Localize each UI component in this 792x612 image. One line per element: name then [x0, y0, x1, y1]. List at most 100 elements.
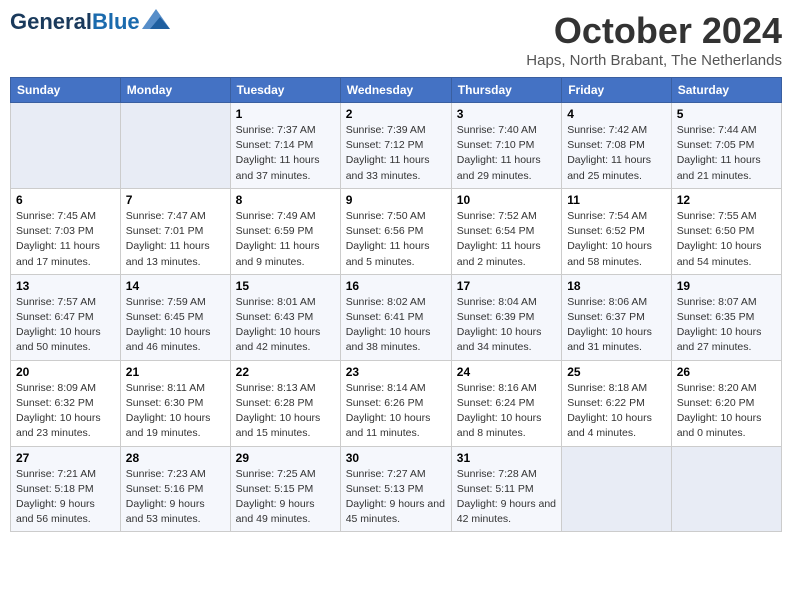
calendar-cell: 7 Sunrise: 7:47 AM Sunset: 7:01 PM Daylig… [120, 188, 230, 274]
calendar-cell: 9 Sunrise: 7:50 AM Sunset: 6:56 PM Daylig… [340, 188, 451, 274]
day-detail: Sunrise: 8:06 AM Sunset: 6:37 PM Dayligh… [567, 295, 666, 356]
day-number: 14 [126, 279, 225, 293]
day-number: 18 [567, 279, 666, 293]
column-header-saturday: Saturday [671, 78, 781, 103]
calendar-cell: 15 Sunrise: 8:01 AM Sunset: 6:43 PM Dayli… [230, 274, 340, 360]
day-number: 7 [126, 193, 225, 207]
day-number: 4 [567, 107, 666, 121]
day-detail: Sunrise: 8:11 AM Sunset: 6:30 PM Dayligh… [126, 381, 225, 442]
calendar-cell: 31Sunrise: 7:28 AM Sunset: 5:11 PM Dayli… [451, 446, 561, 532]
day-number: 13 [16, 279, 115, 293]
day-detail: Sunrise: 8:01 AM Sunset: 6:43 PM Dayligh… [236, 295, 335, 356]
calendar-cell: 21 Sunrise: 8:11 AM Sunset: 6:30 PM Dayli… [120, 360, 230, 446]
page-header: GeneralBlue October 2024 Haps, North Bra… [10, 10, 782, 69]
day-number: 30 [346, 451, 446, 465]
day-number: 20 [16, 365, 115, 379]
day-number: 6 [16, 193, 115, 207]
calendar-cell: 8Sunrise: 7:49 AM Sunset: 6:59 PM Daylig… [230, 188, 340, 274]
day-number: 23 [346, 365, 446, 379]
calendar-cell: 25 Sunrise: 8:18 AM Sunset: 6:22 PM Dayli… [562, 360, 672, 446]
calendar-cell: 24 Sunrise: 8:16 AM Sunset: 6:24 PM Dayli… [451, 360, 561, 446]
calendar-cell: 23 Sunrise: 8:14 AM Sunset: 6:26 PM Dayli… [340, 360, 451, 446]
day-number: 10 [457, 193, 556, 207]
day-detail: Sunrise: 7:42 AM Sunset: 7:08 PM Dayligh… [567, 123, 666, 184]
day-number: 17 [457, 279, 556, 293]
calendar-table: SundayMondayTuesdayWednesdayThursdayFrid… [10, 77, 782, 532]
day-detail: Sunrise: 8:18 AM Sunset: 6:22 PM Dayligh… [567, 381, 666, 442]
day-detail: Sunrise: 8:13 AM Sunset: 6:28 PM Dayligh… [236, 381, 335, 442]
day-detail: Sunrise: 7:45 AM Sunset: 7:03 PM Dayligh… [16, 209, 115, 270]
calendar-cell [671, 446, 781, 532]
calendar-cell: 12Sunrise: 7:55 AM Sunset: 6:50 PM Dayli… [671, 188, 781, 274]
calendar-cell: 22 Sunrise: 8:13 AM Sunset: 6:28 PM Dayli… [230, 360, 340, 446]
calendar-cell: 10Sunrise: 7:52 AM Sunset: 6:54 PM Dayli… [451, 188, 561, 274]
calendar-cell: 28 Sunrise: 7:23 AM Sunset: 5:16 PM Dayli… [120, 446, 230, 532]
calendar-cell [11, 103, 121, 189]
day-number: 22 [236, 365, 335, 379]
day-detail: Sunrise: 7:27 AM Sunset: 5:13 PM Dayligh… [346, 467, 446, 528]
calendar-cell: 18 Sunrise: 8:06 AM Sunset: 6:37 PM Dayli… [562, 274, 672, 360]
calendar-cell: 11Sunrise: 7:54 AM Sunset: 6:52 PM Dayli… [562, 188, 672, 274]
column-header-thursday: Thursday [451, 78, 561, 103]
calendar-cell: 29 Sunrise: 7:25 AM Sunset: 5:15 PM Dayli… [230, 446, 340, 532]
day-detail: Sunrise: 7:23 AM Sunset: 5:16 PM Dayligh… [126, 467, 225, 528]
calendar-cell: 14 Sunrise: 7:59 AM Sunset: 6:45 PM Dayli… [120, 274, 230, 360]
calendar-week-row: 27Sunrise: 7:21 AM Sunset: 5:18 PM Dayli… [11, 446, 782, 532]
day-number: 3 [457, 107, 556, 121]
day-number: 26 [677, 365, 776, 379]
day-detail: Sunrise: 7:50 AM Sunset: 6:56 PM Dayligh… [346, 209, 446, 270]
day-detail: Sunrise: 7:39 AM Sunset: 7:12 PM Dayligh… [346, 123, 446, 184]
title-area: October 2024 Haps, North Brabant, The Ne… [526, 10, 782, 69]
day-detail: Sunrise: 7:57 AM Sunset: 6:47 PM Dayligh… [16, 295, 115, 356]
day-detail: Sunrise: 7:37 AM Sunset: 7:14 PM Dayligh… [236, 123, 335, 184]
calendar-cell: 2Sunrise: 7:39 AM Sunset: 7:12 PM Daylig… [340, 103, 451, 189]
calendar-header-row: SundayMondayTuesdayWednesdayThursdayFrid… [11, 78, 782, 103]
calendar-cell: 1 Sunrise: 7:37 AM Sunset: 7:14 PM Daylig… [230, 103, 340, 189]
day-detail: Sunrise: 8:07 AM Sunset: 6:35 PM Dayligh… [677, 295, 776, 356]
column-header-wednesday: Wednesday [340, 78, 451, 103]
calendar-cell [120, 103, 230, 189]
day-detail: Sunrise: 7:49 AM Sunset: 6:59 PM Dayligh… [236, 209, 335, 270]
calendar-cell: 13 Sunrise: 7:57 AM Sunset: 6:47 PM Dayli… [11, 274, 121, 360]
day-detail: Sunrise: 8:20 AM Sunset: 6:20 PM Dayligh… [677, 381, 776, 442]
logo-text: GeneralBlue [10, 10, 140, 34]
day-number: 29 [236, 451, 335, 465]
day-detail: Sunrise: 7:55 AM Sunset: 6:50 PM Dayligh… [677, 209, 776, 270]
column-header-sunday: Sunday [11, 78, 121, 103]
month-title: October 2024 [526, 10, 782, 52]
calendar-cell: 20 Sunrise: 8:09 AM Sunset: 6:32 PM Dayli… [11, 360, 121, 446]
logo: GeneralBlue [10, 10, 170, 34]
logo-icon [142, 9, 170, 29]
calendar-cell: 17 Sunrise: 8:04 AM Sunset: 6:39 PM Dayli… [451, 274, 561, 360]
day-detail: Sunrise: 8:09 AM Sunset: 6:32 PM Dayligh… [16, 381, 115, 442]
day-detail: Sunrise: 7:54 AM Sunset: 6:52 PM Dayligh… [567, 209, 666, 270]
calendar-cell: 5Sunrise: 7:44 AM Sunset: 7:05 PM Daylig… [671, 103, 781, 189]
day-number: 24 [457, 365, 556, 379]
calendar-cell: 26 Sunrise: 8:20 AM Sunset: 6:20 PM Dayli… [671, 360, 781, 446]
day-number: 28 [126, 451, 225, 465]
day-detail: Sunrise: 7:59 AM Sunset: 6:45 PM Dayligh… [126, 295, 225, 356]
calendar-week-row: 6 Sunrise: 7:45 AM Sunset: 7:03 PM Daylig… [11, 188, 782, 274]
column-header-monday: Monday [120, 78, 230, 103]
day-detail: Sunrise: 8:02 AM Sunset: 6:41 PM Dayligh… [346, 295, 446, 356]
day-number: 19 [677, 279, 776, 293]
day-number: 15 [236, 279, 335, 293]
day-detail: Sunrise: 7:21 AM Sunset: 5:18 PM Dayligh… [16, 467, 115, 528]
calendar-week-row: 1 Sunrise: 7:37 AM Sunset: 7:14 PM Daylig… [11, 103, 782, 189]
day-detail: Sunrise: 8:14 AM Sunset: 6:26 PM Dayligh… [346, 381, 446, 442]
calendar-cell: 3Sunrise: 7:40 AM Sunset: 7:10 PM Daylig… [451, 103, 561, 189]
day-detail: Sunrise: 7:25 AM Sunset: 5:15 PM Dayligh… [236, 467, 335, 528]
calendar-cell: 27Sunrise: 7:21 AM Sunset: 5:18 PM Dayli… [11, 446, 121, 532]
calendar-cell [562, 446, 672, 532]
day-number: 9 [346, 193, 446, 207]
day-number: 25 [567, 365, 666, 379]
calendar-cell: 4 Sunrise: 7:42 AM Sunset: 7:08 PM Daylig… [562, 103, 672, 189]
day-detail: Sunrise: 7:28 AM Sunset: 5:11 PM Dayligh… [457, 467, 556, 528]
day-detail: Sunrise: 8:16 AM Sunset: 6:24 PM Dayligh… [457, 381, 556, 442]
day-number: 21 [126, 365, 225, 379]
location: Haps, North Brabant, The Netherlands [526, 52, 782, 69]
day-detail: Sunrise: 7:47 AM Sunset: 7:01 PM Dayligh… [126, 209, 225, 270]
day-number: 1 [236, 107, 335, 121]
day-detail: Sunrise: 8:04 AM Sunset: 6:39 PM Dayligh… [457, 295, 556, 356]
calendar-cell: 30 Sunrise: 7:27 AM Sunset: 5:13 PM Dayli… [340, 446, 451, 532]
